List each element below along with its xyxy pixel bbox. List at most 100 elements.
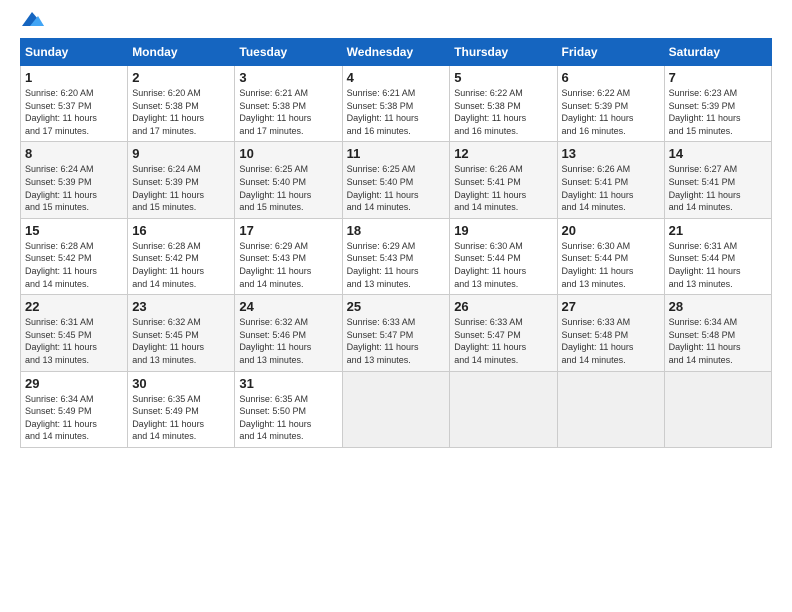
day-number: 28 — [669, 299, 767, 314]
day-number: 21 — [669, 223, 767, 238]
weekday-header: Friday — [557, 39, 664, 66]
calendar-cell: 7 Sunrise: 6:23 AM Sunset: 5:39 PM Dayli… — [664, 66, 771, 142]
calendar-week-row: 15 Sunrise: 6:28 AM Sunset: 5:42 PM Dayl… — [21, 218, 772, 294]
calendar-cell: 21 Sunrise: 6:31 AM Sunset: 5:44 PM Dayl… — [664, 218, 771, 294]
day-info: Sunrise: 6:31 AM Sunset: 5:44 PM Dayligh… — [669, 241, 741, 289]
day-info: Sunrise: 6:24 AM Sunset: 5:39 PM Dayligh… — [132, 164, 204, 212]
day-info: Sunrise: 6:34 AM Sunset: 5:48 PM Dayligh… — [669, 317, 741, 365]
day-info: Sunrise: 6:21 AM Sunset: 5:38 PM Dayligh… — [239, 88, 311, 136]
calendar-cell: 8 Sunrise: 6:24 AM Sunset: 5:39 PM Dayli… — [21, 142, 128, 218]
day-info: Sunrise: 6:25 AM Sunset: 5:40 PM Dayligh… — [347, 164, 419, 212]
calendar-cell: 22 Sunrise: 6:31 AM Sunset: 5:45 PM Dayl… — [21, 295, 128, 371]
day-number: 9 — [132, 146, 230, 161]
day-number: 26 — [454, 299, 552, 314]
day-info: Sunrise: 6:28 AM Sunset: 5:42 PM Dayligh… — [25, 241, 97, 289]
calendar-cell: 2 Sunrise: 6:20 AM Sunset: 5:38 PM Dayli… — [128, 66, 235, 142]
calendar-cell: 18 Sunrise: 6:29 AM Sunset: 5:43 PM Dayl… — [342, 218, 450, 294]
day-number: 23 — [132, 299, 230, 314]
day-number: 2 — [132, 70, 230, 85]
day-number: 1 — [25, 70, 123, 85]
logo-icon — [22, 12, 44, 28]
day-number: 11 — [347, 146, 446, 161]
calendar-cell: 20 Sunrise: 6:30 AM Sunset: 5:44 PM Dayl… — [557, 218, 664, 294]
day-number: 29 — [25, 376, 123, 391]
calendar-cell: 23 Sunrise: 6:32 AM Sunset: 5:45 PM Dayl… — [128, 295, 235, 371]
day-info: Sunrise: 6:34 AM Sunset: 5:49 PM Dayligh… — [25, 394, 97, 442]
calendar-body: 1 Sunrise: 6:20 AM Sunset: 5:37 PM Dayli… — [21, 66, 772, 448]
calendar-week-row: 1 Sunrise: 6:20 AM Sunset: 5:37 PM Dayli… — [21, 66, 772, 142]
calendar-cell: 4 Sunrise: 6:21 AM Sunset: 5:38 PM Dayli… — [342, 66, 450, 142]
day-info: Sunrise: 6:24 AM Sunset: 5:39 PM Dayligh… — [25, 164, 97, 212]
calendar-cell: 19 Sunrise: 6:30 AM Sunset: 5:44 PM Dayl… — [450, 218, 557, 294]
weekday-header: Thursday — [450, 39, 557, 66]
day-number: 31 — [239, 376, 337, 391]
day-info: Sunrise: 6:22 AM Sunset: 5:38 PM Dayligh… — [454, 88, 526, 136]
day-info: Sunrise: 6:33 AM Sunset: 5:48 PM Dayligh… — [562, 317, 634, 365]
day-info: Sunrise: 6:32 AM Sunset: 5:45 PM Dayligh… — [132, 317, 204, 365]
day-number: 18 — [347, 223, 446, 238]
day-info: Sunrise: 6:35 AM Sunset: 5:50 PM Dayligh… — [239, 394, 311, 442]
day-number: 20 — [562, 223, 660, 238]
calendar-cell: 28 Sunrise: 6:34 AM Sunset: 5:48 PM Dayl… — [664, 295, 771, 371]
day-number: 19 — [454, 223, 552, 238]
calendar-cell: 9 Sunrise: 6:24 AM Sunset: 5:39 PM Dayli… — [128, 142, 235, 218]
calendar: SundayMondayTuesdayWednesdayThursdayFrid… — [20, 38, 772, 448]
day-info: Sunrise: 6:32 AM Sunset: 5:46 PM Dayligh… — [239, 317, 311, 365]
day-number: 13 — [562, 146, 660, 161]
day-info: Sunrise: 6:26 AM Sunset: 5:41 PM Dayligh… — [562, 164, 634, 212]
page: SundayMondayTuesdayWednesdayThursdayFrid… — [0, 0, 792, 612]
weekday-row: SundayMondayTuesdayWednesdayThursdayFrid… — [21, 39, 772, 66]
calendar-cell: 31 Sunrise: 6:35 AM Sunset: 5:50 PM Dayl… — [235, 371, 342, 447]
calendar-cell: 11 Sunrise: 6:25 AM Sunset: 5:40 PM Dayl… — [342, 142, 450, 218]
calendar-cell — [664, 371, 771, 447]
weekday-header: Sunday — [21, 39, 128, 66]
calendar-cell — [342, 371, 450, 447]
day-info: Sunrise: 6:30 AM Sunset: 5:44 PM Dayligh… — [454, 241, 526, 289]
calendar-week-row: 29 Sunrise: 6:34 AM Sunset: 5:49 PM Dayl… — [21, 371, 772, 447]
day-info: Sunrise: 6:31 AM Sunset: 5:45 PM Dayligh… — [25, 317, 97, 365]
calendar-cell: 13 Sunrise: 6:26 AM Sunset: 5:41 PM Dayl… — [557, 142, 664, 218]
day-number: 3 — [239, 70, 337, 85]
day-info: Sunrise: 6:26 AM Sunset: 5:41 PM Dayligh… — [454, 164, 526, 212]
calendar-cell: 17 Sunrise: 6:29 AM Sunset: 5:43 PM Dayl… — [235, 218, 342, 294]
day-number: 6 — [562, 70, 660, 85]
weekday-header: Tuesday — [235, 39, 342, 66]
calendar-cell: 26 Sunrise: 6:33 AM Sunset: 5:47 PM Dayl… — [450, 295, 557, 371]
calendar-week-row: 8 Sunrise: 6:24 AM Sunset: 5:39 PM Dayli… — [21, 142, 772, 218]
day-number: 12 — [454, 146, 552, 161]
day-info: Sunrise: 6:35 AM Sunset: 5:49 PM Dayligh… — [132, 394, 204, 442]
day-info: Sunrise: 6:30 AM Sunset: 5:44 PM Dayligh… — [562, 241, 634, 289]
header — [20, 16, 772, 28]
day-number: 14 — [669, 146, 767, 161]
day-number: 10 — [239, 146, 337, 161]
calendar-cell: 15 Sunrise: 6:28 AM Sunset: 5:42 PM Dayl… — [21, 218, 128, 294]
calendar-cell: 30 Sunrise: 6:35 AM Sunset: 5:49 PM Dayl… — [128, 371, 235, 447]
calendar-cell: 29 Sunrise: 6:34 AM Sunset: 5:49 PM Dayl… — [21, 371, 128, 447]
calendar-cell: 6 Sunrise: 6:22 AM Sunset: 5:39 PM Dayli… — [557, 66, 664, 142]
day-info: Sunrise: 6:22 AM Sunset: 5:39 PM Dayligh… — [562, 88, 634, 136]
day-info: Sunrise: 6:33 AM Sunset: 5:47 PM Dayligh… — [347, 317, 419, 365]
day-number: 5 — [454, 70, 552, 85]
day-number: 27 — [562, 299, 660, 314]
day-number: 17 — [239, 223, 337, 238]
calendar-header: SundayMondayTuesdayWednesdayThursdayFrid… — [21, 39, 772, 66]
calendar-cell: 1 Sunrise: 6:20 AM Sunset: 5:37 PM Dayli… — [21, 66, 128, 142]
day-info: Sunrise: 6:20 AM Sunset: 5:38 PM Dayligh… — [132, 88, 204, 136]
calendar-cell: 24 Sunrise: 6:32 AM Sunset: 5:46 PM Dayl… — [235, 295, 342, 371]
day-info: Sunrise: 6:25 AM Sunset: 5:40 PM Dayligh… — [239, 164, 311, 212]
calendar-cell: 27 Sunrise: 6:33 AM Sunset: 5:48 PM Dayl… — [557, 295, 664, 371]
day-info: Sunrise: 6:23 AM Sunset: 5:39 PM Dayligh… — [669, 88, 741, 136]
day-number: 30 — [132, 376, 230, 391]
calendar-cell — [557, 371, 664, 447]
calendar-week-row: 22 Sunrise: 6:31 AM Sunset: 5:45 PM Dayl… — [21, 295, 772, 371]
day-number: 16 — [132, 223, 230, 238]
day-number: 7 — [669, 70, 767, 85]
calendar-cell: 16 Sunrise: 6:28 AM Sunset: 5:42 PM Dayl… — [128, 218, 235, 294]
calendar-cell: 3 Sunrise: 6:21 AM Sunset: 5:38 PM Dayli… — [235, 66, 342, 142]
day-info: Sunrise: 6:27 AM Sunset: 5:41 PM Dayligh… — [669, 164, 741, 212]
day-number: 24 — [239, 299, 337, 314]
weekday-header: Wednesday — [342, 39, 450, 66]
day-info: Sunrise: 6:33 AM Sunset: 5:47 PM Dayligh… — [454, 317, 526, 365]
day-info: Sunrise: 6:29 AM Sunset: 5:43 PM Dayligh… — [239, 241, 311, 289]
weekday-header: Saturday — [664, 39, 771, 66]
